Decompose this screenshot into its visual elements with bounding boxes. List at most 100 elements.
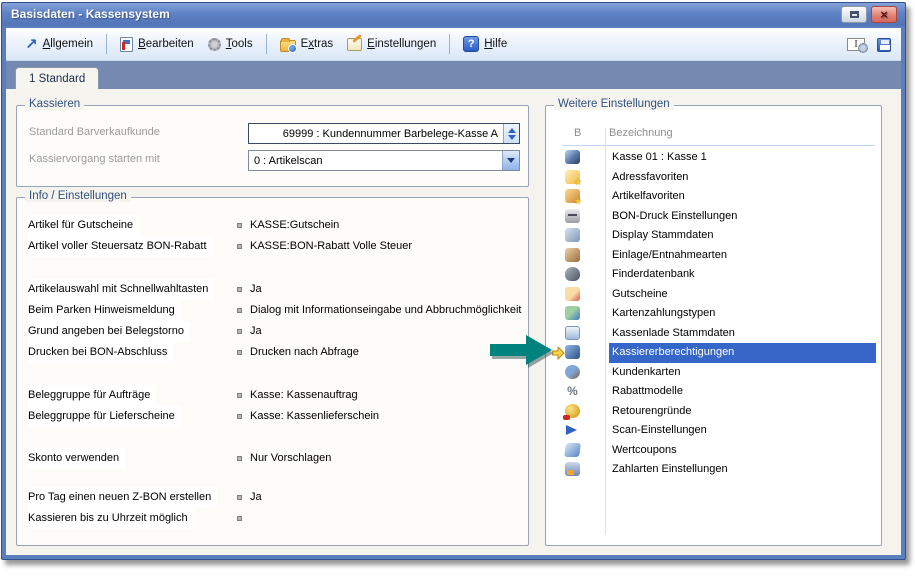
tab-strip: 1 Standard [6,61,901,89]
binoculars-icon [565,267,580,281]
info-row-value: Ja [250,487,262,508]
kassiervorgang-dropdown[interactable]: 0 : Artikelscan [248,150,520,171]
field-label-barverkaufkunde: Standard Barverkaufkunde [29,126,160,138]
info-row-value: KASSE:Gutschein [250,215,339,236]
barverkaufkunde-value: 69999 : Kundennummer Barbelege-Kasse A [249,128,503,140]
info-row-label: Artikelauswahl mit Schnellwahltasten [28,279,214,300]
list-item-label: Display Stammdaten [609,226,876,246]
bullet-square-icon [237,329,242,334]
toolbar: ↗ Allgemein Bearbeiten Tools Extras Einstellu… [6,28,901,61]
list-item-adressfavoriten[interactable]: Adressfavoriten [546,168,879,188]
info-row: Kassieren bis zu Uhrzeit möglich [17,508,528,529]
bullet-square-icon [237,495,242,500]
list-item-label: Adressfavoriten [609,168,876,188]
spinner-control[interactable] [503,124,519,143]
info-row: Skonto verwendenNur Vorschlagen [17,448,528,469]
list-item-kasse-01-kasse-1[interactable]: Kasse 01 : Kasse 1 [546,148,879,168]
info-row-label: Skonto verwenden [28,448,125,469]
title-bar[interactable]: Basisdaten - Kassensystem × [2,3,905,26]
list-item-label: Kassiererberechtigungen [609,343,876,363]
toolbar-item-label: Einstellungen [367,38,436,50]
list-item-kassenlade-stammdaten[interactable]: Kassenlade Stammdaten [546,324,879,344]
list-item-rabattmodelle[interactable]: %Rabattmodelle [546,382,879,402]
info-row-label: Drucken bei BON-Abschluss [28,342,173,363]
toolbar-item-label: Bearbeiten [138,38,194,50]
list-item-gutscheine[interactable]: Gutscheine [546,285,879,305]
arrow-up-right-icon: ↗ [25,37,38,52]
info-row-label: Artikel für Gutscheine [28,215,139,236]
column-header-bezeichnung[interactable]: Bezeichnung [609,127,673,139]
bullet-square-icon [237,308,242,313]
save-floppy-icon[interactable] [877,38,891,52]
pointer-arrow-icon [488,331,558,369]
content-area: Kassieren Standard Barverkaufkunde 69999… [6,89,901,555]
list-item-einlage-entnahmearten[interactable]: Einlage/Entnahmearten [546,246,879,266]
list-item-label: BON-Druck Einstellungen [609,207,876,227]
group-info-einstellungen: Info / Einstellungen Artikel für Gutsche… [16,197,529,546]
coin-return-icon [565,404,580,418]
app-window: Basisdaten - Kassensystem × ↗ Allgemein Be… [1,2,906,560]
info-row-value: KASSE:BON-Rabatt Volle Steuer [250,236,412,257]
toolbar-separator [266,34,267,54]
info-row: Beleggruppe für AufträgeKasse: Kassenauf… [17,385,528,406]
list-item-artikelfavoriten[interactable]: Artikelfavoriten [546,187,879,207]
toolbar-item-extras[interactable]: Extras [273,34,341,55]
toolbar-item-label: Hilfe [484,38,507,50]
info-row: Beim Parken Hinweismeldung Dialog mit Inf… [17,300,528,321]
bullet-square-icon [237,516,242,521]
list-item-display-stammdaten[interactable]: Display Stammdaten [546,226,879,246]
toolbar-item-allgemein[interactable]: ↗ Allgemein [18,34,100,55]
bullet-square-icon [237,244,242,249]
list-item-label: Kassenlade Stammdaten [609,324,876,344]
list-item-finderdatenbank[interactable]: Finderdatenbank [546,265,879,285]
gutschein-folder-icon [565,287,580,301]
list-item-scan-einstellungen[interactable]: Scan-Einstellungen [546,421,879,441]
info-row-value: Kasse: Kassenlieferschein [250,406,379,427]
spinner-up-icon[interactable] [508,128,516,133]
dropdown-arrow-icon[interactable] [502,151,519,170]
display-icon [565,228,580,242]
info-row-value: Drucken nach Abfrage [250,342,359,363]
list-item-zahlarten-einstellungen[interactable]: Zahlarten Einstellungen [546,460,879,480]
info-row: Pro Tag einen neuen Z-BON erstellen Ja [17,487,528,508]
minimize-button[interactable] [841,6,867,23]
info-row: Beleggruppe für Lieferscheine Kasse: Kass… [17,406,528,427]
toolbar-item-tools[interactable]: Tools [201,35,260,54]
info-row: Artikelauswahl mit Schnellwahltasten Ja [17,279,528,300]
info-row-label: Beim Parken Hinweismeldung [28,300,181,321]
toolbar-separator [106,34,107,54]
info-row-label: Beleggruppe für Lieferscheine [28,406,181,427]
scan-arrow-icon [565,423,580,437]
list-item-label: Rabattmodelle [609,382,876,402]
artikelfavoriten-icon [565,189,580,203]
list-item-kassiererberechtigungen[interactable]: Kassiererberechtigungen [546,343,879,363]
list-item-label: Gutscheine [609,285,876,305]
list-item-kartenzahlungstypen[interactable]: Kartenzahlungstypen [546,304,879,324]
rename-cursor-icon[interactable]: I [847,38,865,51]
group-kassieren: Kassieren Standard Barverkaufkunde 69999… [16,105,529,187]
info-row-label: Artikel voller Steuersatz BON-Rabatt [28,236,213,257]
field-label-kassiervorgang: Kassiervorgang starten mit [29,153,160,165]
toolbar-item-hilfe[interactable]: ?Hilfe [456,33,514,55]
toolbar-item-bearbeiten[interactable]: Bearbeiten [113,34,201,55]
einlage-icon [565,248,580,262]
barverkaufkunde-field[interactable]: 69999 : Kundennummer Barbelege-Kasse A [248,123,520,144]
toolbar-item-label: Allgemein [43,38,94,50]
list-item-wertcoupons[interactable]: Wertcoupons [546,441,879,461]
list-item-kundenkarten[interactable]: Kundenkarten [546,363,879,383]
toolbar-item-einstellungen[interactable]: Einstellungen [340,35,443,54]
header-underline [562,145,875,146]
list-item-retourengr-nde[interactable]: Retourengründe [546,402,879,422]
tab-standard[interactable]: 1 Standard [15,67,99,89]
column-header-b[interactable]: B [574,127,581,139]
list-item-label: Kasse 01 : Kasse 1 [609,148,876,168]
list-item-label: Wertcoupons [609,441,876,461]
close-button[interactable]: × [871,6,897,23]
info-row-label: Pro Tag einen neuen Z-BON erstellen [28,487,217,508]
bullet-square-icon [237,393,242,398]
spinner-down-icon[interactable] [508,135,516,140]
list-item-bon-druck-einstellungen[interactable]: BON-Druck Einstellungen [546,207,879,227]
info-row-value: Ja [250,279,262,300]
group-weitere-einstellungen: Weitere Einstellungen B Bezeichnung Kass… [545,105,882,546]
info-row-value: Dialog mit Informationseingabe und Abbru… [250,300,522,321]
